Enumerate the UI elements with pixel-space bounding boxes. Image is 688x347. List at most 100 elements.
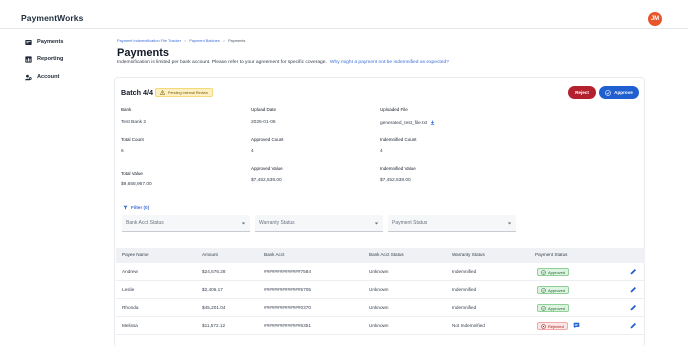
bank-acct-status: Unknown — [369, 305, 389, 310]
page-subtitle: Indemnification is limited per bank acco… — [117, 60, 449, 65]
total-value-label: Total Value — [121, 171, 143, 176]
bank-acct-status: Unknown — [369, 287, 389, 292]
bank-label: Bank — [121, 107, 132, 112]
warranty-status: Indemnified — [452, 269, 477, 274]
bank-acct: ##############6351 — [264, 323, 311, 328]
sidebar-item-payments[interactable]: Payments — [25, 36, 63, 48]
total-value-value: $9,658,967.00 — [121, 182, 152, 187]
payment-status-label: Rejected — [548, 323, 564, 329]
filter-toggle[interactable]: Filter (0) — [123, 205, 149, 210]
breadcrumb-current: Payments — [228, 38, 246, 43]
payee-name: Leslie — [122, 287, 135, 292]
edit-icon[interactable] — [630, 304, 637, 311]
select-placeholder: Payment Status — [392, 220, 428, 226]
check-circle-icon — [541, 305, 546, 311]
upload-date-value: 2025-01-06 — [251, 120, 276, 125]
warranty-status: Not Indemnified — [452, 323, 485, 328]
approve-button-label: Approve — [614, 90, 633, 95]
help-link[interactable]: Why might a payment not be indemnified a… — [330, 60, 449, 65]
payment-status-badge: Approved — [537, 286, 570, 294]
payment-status-badge: Rejected — [537, 322, 568, 330]
uploaded-file-link[interactable]: generated_test_file.txt — [380, 121, 427, 126]
approved-value-value: $7,452,538.00 — [251, 178, 282, 183]
reject-button[interactable]: Reject — [568, 86, 596, 99]
warranty-status: Indemnified — [452, 287, 477, 292]
status-badge-label: Pending Internal Review — [168, 90, 208, 95]
column-header-amount[interactable]: Amount — [202, 252, 218, 257]
download-icon[interactable] — [430, 120, 435, 125]
payment-status-label: Approved — [548, 269, 566, 275]
sidebar-item-label: Reporting — [37, 56, 64, 62]
bank-value: Test Bank 2 — [121, 120, 147, 125]
payment-status-badge: Approved — [537, 304, 570, 312]
page-title: Payments — [117, 47, 169, 59]
amount: $11,572.12 — [202, 323, 226, 328]
edit-icon[interactable] — [630, 268, 637, 275]
comment-icon[interactable] — [573, 322, 580, 329]
bank-acct: ##############0370 — [264, 305, 311, 310]
select-placeholder: Warranty Status — [259, 220, 295, 226]
sidebar-item-label: Account — [37, 74, 60, 80]
total-count-value: 6 — [121, 149, 124, 154]
chevron-down-icon — [507, 222, 512, 225]
uploaded-file-label: Uploaded File — [380, 107, 408, 112]
column-header-payment-status[interactable]: Payment Status — [535, 252, 567, 257]
breadcrumb-separator: > — [184, 38, 187, 43]
payee-name: Melissa — [122, 323, 138, 328]
bank-acct-status-select[interactable]: Bank Acct Status — [122, 215, 250, 232]
approved-value-label: Approved Value — [251, 166, 283, 171]
sidebar-item-reporting[interactable]: Reporting — [25, 53, 63, 65]
x-circle-icon — [541, 323, 546, 329]
payee-name: Andrew — [122, 269, 138, 274]
total-count-label: Total Count — [121, 137, 144, 142]
column-header-bank-acct[interactable]: Bank Acct — [264, 252, 284, 257]
approved-count-label: Approved Count — [251, 137, 284, 142]
filter-icon — [123, 205, 128, 210]
user-avatar[interactable]: JM — [648, 12, 662, 26]
payments-icon — [25, 39, 32, 45]
indemnified-value-value: $7,452,538.00 — [380, 178, 411, 183]
check-circle-icon — [541, 287, 546, 293]
account-icon — [25, 74, 32, 80]
bank-acct-status: Unknown — [369, 269, 389, 274]
app-logo[interactable]: PaymentWorks — [21, 13, 83, 23]
select-placeholder: Bank Acct Status — [126, 220, 164, 226]
reporting-icon — [25, 55, 32, 63]
amount: $24,576.28 — [202, 269, 226, 274]
bank-acct-status: Unknown — [369, 323, 389, 328]
check-circle-icon — [541, 269, 546, 275]
top-bar: PaymentWorks JM — [0, 0, 688, 29]
approve-button[interactable]: Approve — [599, 86, 639, 99]
warning-icon — [160, 90, 165, 95]
amount: $45,201.04 — [202, 305, 226, 310]
edit-icon[interactable] — [630, 322, 637, 329]
payee-name: Rhonda — [122, 305, 139, 310]
chevron-down-icon — [241, 222, 246, 225]
indemnified-value-label: Indemnified Value — [380, 166, 416, 171]
column-header-payee[interactable]: Payee Name — [122, 252, 149, 257]
uploaded-file: generated_test_file.txt — [380, 120, 435, 126]
column-header-warranty-status[interactable]: Warranty Status — [452, 252, 485, 257]
breadcrumb-link-tracker[interactable]: Payment Indemnification File Tracker — [117, 38, 181, 43]
breadcrumb-separator: > — [222, 38, 226, 43]
warranty-status: Indemnified — [452, 305, 477, 310]
warranty-status-select[interactable]: Warranty Status — [255, 215, 383, 232]
indemnified-count-value: 4 — [380, 149, 383, 154]
chevron-down-icon — [374, 222, 379, 225]
batch-title: Batch 4/4 — [121, 88, 153, 97]
payment-status-label: Approved — [548, 287, 566, 293]
sidebar-item-label: Payments — [37, 39, 64, 45]
payment-status-label: Approved — [548, 305, 566, 311]
bank-acct: ##############5705 — [264, 287, 311, 292]
breadcrumb-link-batches[interactable]: Payment Batches — [189, 38, 220, 43]
payment-status-select[interactable]: Payment Status — [388, 215, 516, 232]
sidebar-item-account[interactable]: Account — [25, 71, 59, 83]
indemnification-note: Indemnification is limited per bank acco… — [117, 60, 327, 65]
status-badge: Pending Internal Review — [155, 88, 213, 97]
check-circle-icon — [605, 89, 611, 96]
column-header-bank-acct-status[interactable]: Bank Acct Status — [369, 252, 404, 257]
edit-icon[interactable] — [630, 286, 637, 293]
breadcrumb: Payment Indemnification File Tracker > Pay… — [117, 38, 245, 43]
amount: $2,406.17 — [202, 287, 223, 292]
indemnified-count-label: Indemnified Count — [380, 137, 417, 142]
